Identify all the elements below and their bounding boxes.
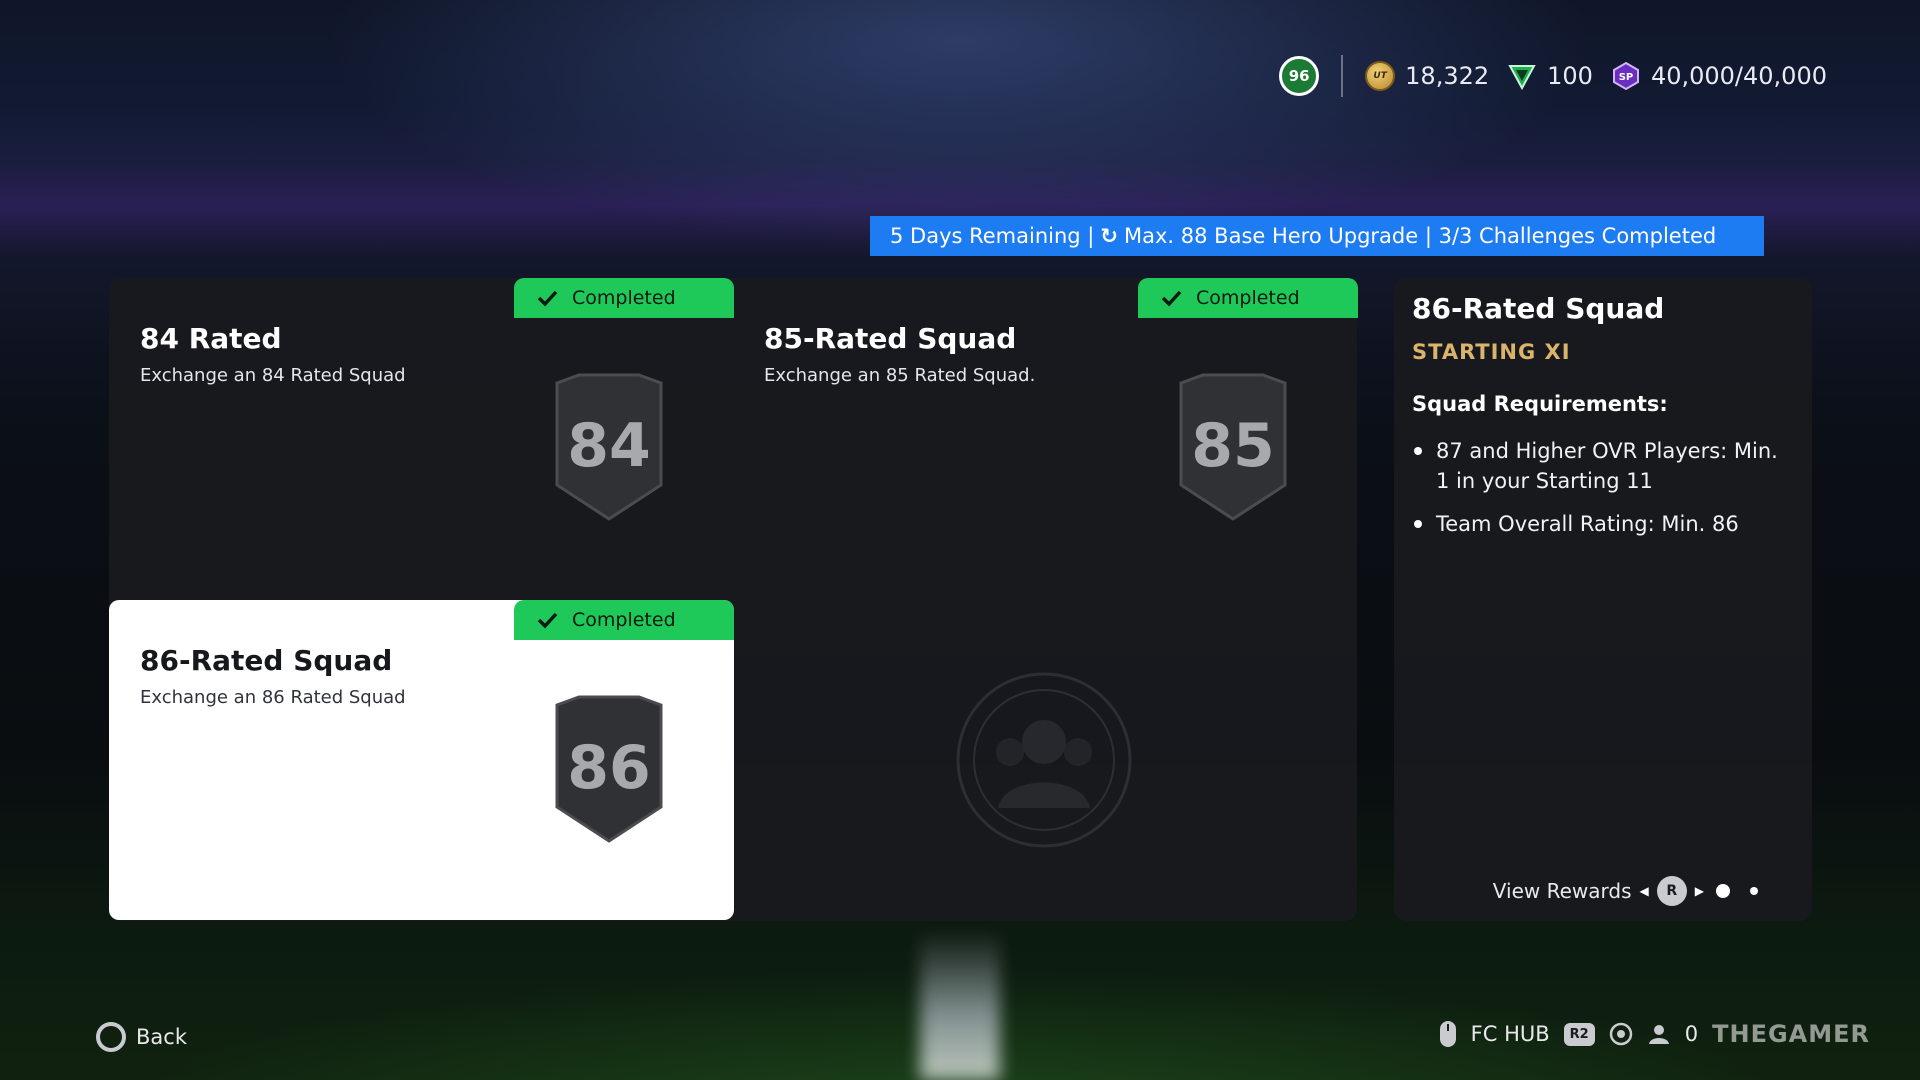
check-icon [537, 290, 558, 307]
requirements-list: 87 and Higher OVR Players: Min. 1 in you… [1412, 436, 1792, 552]
watermark-logo: THEGAMER [1712, 1020, 1870, 1048]
rating-shield-icon: 86 [549, 695, 669, 843]
refresh-icon: ↻ [1100, 224, 1118, 248]
completed-label: Completed [1196, 287, 1300, 309]
check-icon [1161, 290, 1182, 307]
fc-points-icon [1508, 65, 1536, 91]
footer-controls: FC HUB R2 0 THEGAMER [1439, 1020, 1870, 1048]
r2-button-icon[interactable]: R2 [1563, 1022, 1595, 1046]
completed-tag: Completed [514, 278, 734, 318]
page-indicator [1750, 887, 1758, 895]
detail-title: 86-Rated Squad [1412, 292, 1665, 325]
season-points-icon-label: SP [1619, 72, 1634, 83]
challenge-grid: Completed 84 Rated Exchange an 84 Rated … [109, 278, 1358, 921]
upgrade-info: Max. 88 Base Hero Upgrade | 3/3 Challeng… [1124, 224, 1717, 248]
friends-count: 0 [1684, 1022, 1699, 1046]
rating-shield-icon: 84 [549, 373, 669, 521]
challenge-description: Exchange an 85 Rated Squad. [764, 365, 1036, 386]
requirement-item: Team Overall Rating: Min. 86 [1412, 509, 1792, 539]
page-indicator-active [1716, 884, 1730, 898]
rating-value: 84 [567, 411, 651, 481]
arrow-left-icon[interactable]: ◀ [1640, 884, 1649, 898]
back-button[interactable]: Back [96, 1022, 187, 1052]
rating-shield-icon: 85 [1173, 373, 1293, 521]
requirement-item: 87 and Higher OVR Players: Min. 1 in you… [1412, 436, 1792, 496]
fc-points-value: 100 [1547, 62, 1593, 90]
friends-icon[interactable] [1647, 1022, 1671, 1046]
arrow-right-icon[interactable]: ▶ [1695, 884, 1704, 898]
completed-tag: Completed [514, 600, 734, 640]
currency-bar: 96 UT 18,322 100 SP 40,000/40,000 [1279, 52, 1827, 100]
mouse-icon [1439, 1021, 1456, 1047]
group-reward-placeholder-icon [956, 672, 1132, 848]
view-rewards-label: View Rewards [1492, 879, 1632, 903]
challenge-title: 84 Rated [140, 322, 282, 355]
challenge-title: 85-Rated Squad [764, 322, 1017, 355]
requirements-heading: Squad Requirements: [1412, 392, 1668, 416]
divider [1341, 55, 1344, 97]
rating-value: 86 [567, 733, 651, 803]
club-crest-icon[interactable]: 96 [1279, 56, 1320, 96]
challenge-card-85[interactable]: Completed 85-Rated Squad Exchange an 85 … [733, 278, 1358, 598]
days-remaining: 5 Days Remaining | [890, 224, 1095, 248]
detail-subtitle: STARTING XI [1412, 340, 1571, 364]
fc-points-balance: 100 [1507, 61, 1593, 91]
challenge-card-86[interactable]: Completed 86-Rated Squad Exchange an 86 … [109, 600, 734, 920]
completed-label: Completed [572, 609, 676, 631]
coins-balance: UT 18,322 [1365, 61, 1489, 91]
season-points-value: 40,000/40,000 [1650, 62, 1827, 90]
coins-value: 18,322 [1405, 62, 1490, 90]
season-points-balance: SP 40,000/40,000 [1611, 61, 1827, 91]
back-label: Back [136, 1025, 187, 1049]
completed-tag: Completed [1138, 278, 1358, 318]
fc-hub-button[interactable]: FC HUB [1471, 1022, 1550, 1046]
challenge-detail-panel: 86-Rated Squad STARTING XI Squad Require… [1394, 278, 1812, 921]
completed-label: Completed [572, 287, 676, 309]
season-points-icon: SP [1612, 61, 1639, 91]
r-stick-button-icon[interactable]: R [1656, 876, 1687, 906]
challenge-description: Exchange an 86 Rated Squad [140, 687, 406, 708]
check-icon [537, 612, 558, 629]
challenge-title: 86-Rated Squad [140, 644, 393, 677]
challenge-description: Exchange an 84 Rated Squad [140, 365, 406, 386]
objective-banner: 5 Days Remaining | ↻ Max. 88 Base Hero U… [870, 216, 1764, 256]
pitch-center-line [920, 930, 1000, 1080]
notification-icon[interactable] [1609, 1022, 1633, 1046]
rating-value: 85 [1191, 411, 1275, 481]
coins-icon: UT [1365, 61, 1396, 91]
challenge-card-84[interactable]: Completed 84 Rated Exchange an 84 Rated … [109, 278, 734, 598]
circle-button-icon [96, 1022, 126, 1052]
view-rewards-control[interactable]: View Rewards ◀ R ▶ [1493, 876, 1758, 906]
